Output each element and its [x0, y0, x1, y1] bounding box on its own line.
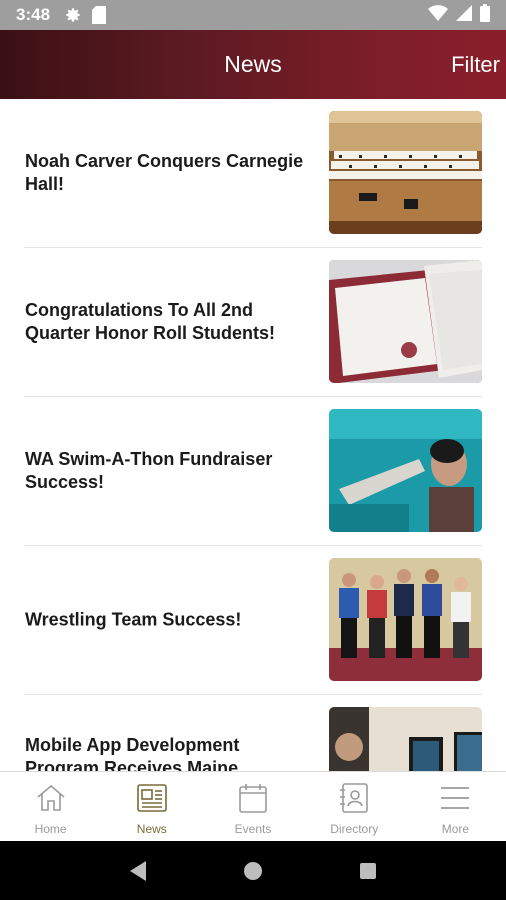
status-time: 3:48 [16, 5, 51, 24]
news-thumbnail[interactable] [329, 260, 482, 383]
tab-news[interactable]: News [101, 772, 202, 841]
tab-label: Events [234, 822, 272, 836]
news-item[interactable]: WA Swim-A-Thon Fundraiser Success! [24, 397, 482, 546]
news-thumbnail[interactable] [329, 111, 482, 234]
status-bar: 3:48 [0, 0, 506, 30]
filter-button[interactable]: Filter [451, 30, 500, 99]
news-thumbnail[interactable] [329, 409, 482, 532]
calendar-icon [238, 782, 268, 814]
news-icon [136, 782, 168, 814]
recents-icon[interactable] [348, 851, 388, 891]
news-thumbnail[interactable] [329, 707, 482, 771]
back-icon[interactable] [118, 851, 158, 891]
signal-icon [456, 4, 472, 26]
gear-icon [64, 6, 82, 24]
wifi-icon [428, 4, 448, 26]
news-item[interactable]: Noah Carver Conquers Carnegie Hall! [24, 99, 482, 248]
news-list[interactable]: Noah Carver Conquers Carnegie Hall! Cong… [0, 99, 506, 771]
news-thumbnail[interactable] [329, 558, 482, 681]
tab-label: News [136, 822, 167, 836]
news-headline: WA Swim-A-Thon Fundraiser Success! [25, 449, 273, 492]
home-icon [35, 782, 67, 814]
news-item[interactable]: Wrestling Team Success! [24, 546, 482, 695]
home-circle-icon[interactable] [233, 851, 273, 891]
news-headline: Noah Carver Conquers Carnegie Hall! [25, 151, 304, 194]
tab-events[interactable]: Events [202, 772, 303, 841]
tab-label: Directory [330, 822, 379, 836]
app-header: News Filter [0, 30, 506, 99]
menu-icon [440, 782, 470, 814]
tab-label: More [441, 822, 470, 836]
news-item[interactable]: Mobile App Development Program Receives … [24, 695, 482, 771]
tab-directory[interactable]: Directory [304, 772, 405, 841]
system-nav-bar [0, 841, 506, 900]
page-title: News [224, 51, 282, 77]
tab-home[interactable]: Home [0, 772, 101, 841]
battery-icon [480, 3, 490, 27]
tab-label: Home [34, 822, 67, 836]
directory-icon [339, 782, 369, 814]
bottom-tab-bar: Home News Events Directory More [0, 771, 506, 841]
news-item[interactable]: Congratulations To All 2nd Quarter Honor… [24, 248, 482, 397]
tab-more[interactable]: More [405, 772, 506, 841]
sd-card-icon [92, 6, 107, 24]
news-headline: Wrestling Team Success! [25, 609, 242, 630]
news-headline: Mobile App Development Program Receives … [25, 735, 240, 771]
news-headline: Congratulations To All 2nd Quarter Honor… [25, 300, 276, 343]
